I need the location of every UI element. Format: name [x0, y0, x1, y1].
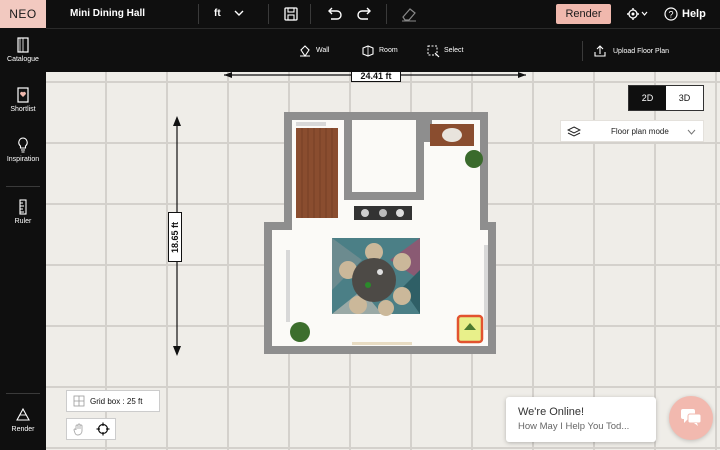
drawing-toolbar: Wall Room Select Upload Floor Plan [46, 28, 720, 72]
chat-icon [681, 409, 702, 426]
view-3d-button[interactable]: 3D [666, 86, 703, 110]
floor-plan-mode-dropdown[interactable]: Floor plan mode [560, 120, 704, 142]
grid-box-label: Grid box : 25 ft [90, 396, 143, 406]
upload-label: Upload Floor Plan [613, 47, 670, 55]
save-icon[interactable] [282, 5, 300, 23]
select-label: Select [444, 47, 464, 54]
catalogue-icon [17, 37, 29, 53]
help-icon[interactable]: ? [664, 7, 678, 21]
floor-plan[interactable] [262, 110, 502, 356]
upload-floor-plan-button[interactable]: Upload Floor Plan [593, 29, 669, 73]
sidebar-label: Render [11, 426, 35, 433]
layers-icon [567, 126, 581, 137]
divider [386, 4, 387, 24]
undo-icon[interactable] [325, 5, 343, 23]
help-link[interactable]: Help [682, 0, 706, 28]
room-icon [362, 45, 374, 57]
view-toggle: 2D 3D [628, 85, 704, 111]
project-name[interactable]: Mini Dining Hall [70, 0, 145, 28]
chat-popup[interactable]: We're Online! How May I Help You Tod... [506, 397, 656, 442]
sidebar-label: Ruler [14, 218, 32, 225]
shortlist-icon [17, 87, 29, 103]
divider [310, 4, 311, 24]
left-sidebar: Catalogue Shortlist Inspiration Ruler Re… [0, 28, 46, 450]
sidebar-item-render[interactable]: Render [0, 406, 46, 433]
height-dimension-label: 18.65 ft [168, 212, 182, 262]
floor-plan-mode-label: Floor plan mode [611, 126, 669, 136]
grid-box-setting[interactable]: Grid box : 25 ft [66, 390, 160, 412]
svg-text:?: ? [668, 10, 673, 20]
view-2d-button[interactable]: 2D [629, 86, 666, 110]
redo-icon[interactable] [356, 5, 374, 23]
chat-subtitle: How May I Help You Tod... [518, 421, 630, 432]
sidebar-item-inspiration[interactable]: Inspiration [0, 136, 46, 163]
recenter-icon[interactable] [96, 422, 110, 436]
chat-title: We're Online! [518, 406, 585, 418]
divider [582, 41, 583, 61]
chat-button[interactable] [669, 396, 713, 440]
chevron-down-icon [687, 129, 696, 135]
divider [6, 393, 40, 394]
render-icon [16, 407, 30, 421]
upload-icon [594, 45, 606, 57]
sidebar-label: Inspiration [6, 156, 40, 163]
wall-label: Wall [316, 47, 330, 54]
select-tool[interactable]: Select [426, 29, 463, 73]
wall-tool[interactable]: Wall [298, 29, 329, 73]
sidebar-item-shortlist[interactable]: Shortlist [0, 86, 46, 113]
divider [268, 4, 269, 24]
room-tool[interactable]: Room [361, 29, 398, 73]
wall-icon [300, 45, 310, 57]
app-logo[interactable]: NEO [0, 0, 46, 28]
bulb-icon [18, 137, 28, 153]
canvas-nav-tools [66, 418, 116, 440]
sidebar-item-catalogue[interactable]: Catalogue [0, 36, 46, 63]
divider [6, 186, 40, 187]
hand-icon[interactable] [72, 422, 86, 436]
render-button[interactable]: Render [556, 4, 611, 24]
chevron-down-icon[interactable] [234, 8, 244, 18]
settings-icon[interactable] [626, 7, 648, 21]
top-bar: NEO Mini Dining Hall ft Render ? Help [0, 0, 720, 28]
eraser-icon[interactable] [400, 5, 418, 23]
unit-selector[interactable]: ft [214, 0, 221, 28]
sidebar-item-ruler[interactable]: Ruler [0, 198, 46, 225]
ruler-icon [19, 199, 27, 215]
divider [198, 4, 199, 24]
grid-icon [73, 395, 85, 407]
floor-plan-canvas[interactable]: 24.41 ft 18.65 ft 2D 3D Floor plan mode … [46, 72, 720, 450]
width-dimension-label: 24.41 ft [351, 72, 401, 82]
select-icon [427, 45, 440, 58]
sidebar-label: Shortlist [10, 106, 36, 113]
sidebar-label: Catalogue [7, 56, 39, 63]
room-label: Room [379, 47, 398, 54]
